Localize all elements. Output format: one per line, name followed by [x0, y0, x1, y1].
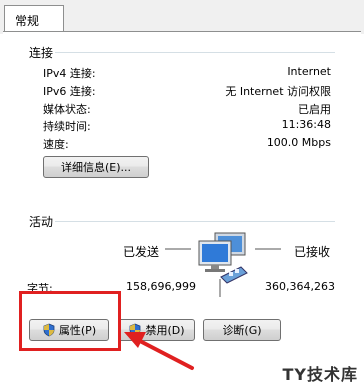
speed-value: 100.0 Mbps — [266, 136, 331, 149]
duration-value: 11:36:48 — [281, 118, 331, 131]
connection-group-title: 连接 — [29, 46, 54, 60]
media-state-label: 媒体状态: — [43, 103, 91, 116]
watermark-text: TY技术库 — [282, 365, 358, 384]
ipv6-value: 无 Internet 访问权限 — [225, 85, 331, 98]
ipv4-label: IPv4 连接: — [43, 67, 96, 80]
media-state-value: 已启用 — [298, 103, 331, 116]
ipv6-label: IPv6 连接: — [43, 85, 96, 98]
sent-label: 已发送 — [123, 245, 160, 259]
disable-button-label: 禁用(D) — [145, 324, 185, 337]
activity-group-title: 活动 — [29, 215, 54, 229]
activity-separator — [55, 221, 335, 222]
tab-general[interactable]: 常规 — [4, 5, 64, 32]
details-button-label: 详细信息(E)... — [60, 161, 132, 174]
speed-label: 速度: — [43, 138, 69, 151]
disable-button[interactable]: 禁用(D) — [118, 319, 195, 341]
highlight-box — [19, 291, 121, 351]
received-label: 已接收 — [294, 245, 331, 259]
details-button[interactable]: 详细信息(E)... — [43, 156, 149, 178]
connection-separator — [55, 52, 335, 53]
ipv4-value: Internet — [287, 65, 331, 78]
bytes-received-value: 360,364,263 — [265, 280, 335, 293]
diagnose-button[interactable]: 诊断(G) — [203, 319, 281, 341]
duration-label: 持续时间: — [43, 120, 91, 133]
shield-icon — [128, 323, 142, 337]
diagnose-button-label: 诊断(G) — [222, 324, 262, 337]
tab-general-label: 常规 — [15, 14, 40, 28]
bytes-sent-value: 158,696,999 — [126, 280, 196, 293]
